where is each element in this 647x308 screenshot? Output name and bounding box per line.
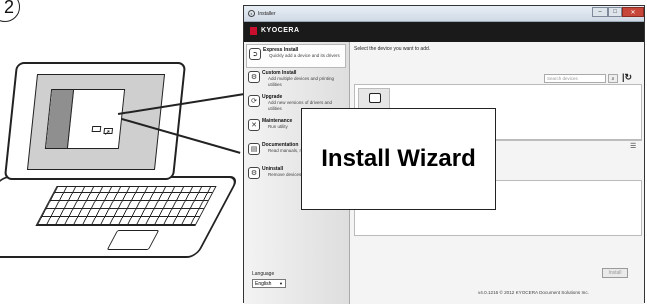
maximize-button[interactable]: □ — [608, 7, 622, 17]
sidebar-item-custom-install[interactable]: ⚙ Custom Install Add multiple devices an… — [246, 68, 346, 92]
install-button[interactable]: Install — [602, 268, 628, 278]
mini-window-sidebar — [45, 90, 75, 148]
window-title: Installer — [258, 11, 276, 17]
brand-logo-text: KYOCERA — [261, 27, 300, 34]
maintenance-icon: ✕ — [248, 119, 260, 131]
upgrade-icon: ⟳ — [248, 95, 260, 107]
uninstall-icon: ⚙ — [248, 167, 260, 179]
brand-bar: KYOCERA — [244, 22, 644, 42]
express-install-icon: ➲ — [249, 48, 261, 60]
kyocera-logo-icon — [250, 27, 257, 35]
version-copyright: v4.0.1216 © 2012 KYOCERA Document Soluti… — [478, 290, 589, 295]
minimize-button[interactable]: – — [592, 7, 608, 17]
cursor-icon: ➚ — [104, 128, 111, 137]
sidebar-item-express-install[interactable]: ➲ Express Install Quickly add a device a… — [246, 44, 346, 68]
language-select[interactable]: English ▼ — [252, 279, 286, 288]
search-devices-input[interactable]: Search devices — [544, 74, 606, 83]
list-view-icon[interactable]: ☰ — [630, 142, 636, 150]
window-titlebar: ◐ Installer – □ ✕ — [244, 6, 644, 22]
laptop-mini-window — [44, 89, 126, 149]
custom-install-icon: ⚙ — [248, 71, 260, 83]
sidebar-item-desc: Quickly add a device and its drivers — [269, 53, 340, 58]
language-label: Language — [252, 271, 275, 277]
search-icon[interactable]: ⌕ — [608, 74, 618, 83]
printer-icon — [369, 93, 381, 103]
step-number-badge: 2 — [0, 0, 20, 22]
language-select-value: English — [255, 280, 272, 287]
refresh-icon[interactable]: |↻ — [622, 72, 632, 83]
documentation-icon: ▤ — [248, 143, 260, 155]
laptop-keyboard-illustration — [35, 186, 217, 226]
install-wizard-callout: Install Wizard — [301, 108, 496, 210]
sidebar-item-desc: Add multiple devices and printing utilit… — [268, 76, 335, 87]
chevron-down-icon: ▼ — [279, 281, 283, 286]
installer-app-icon: ◐ — [248, 10, 255, 17]
mini-window-button — [91, 126, 102, 132]
close-button[interactable]: ✕ — [622, 7, 644, 17]
device-select-heading: Select the device you want to add. — [354, 46, 431, 52]
